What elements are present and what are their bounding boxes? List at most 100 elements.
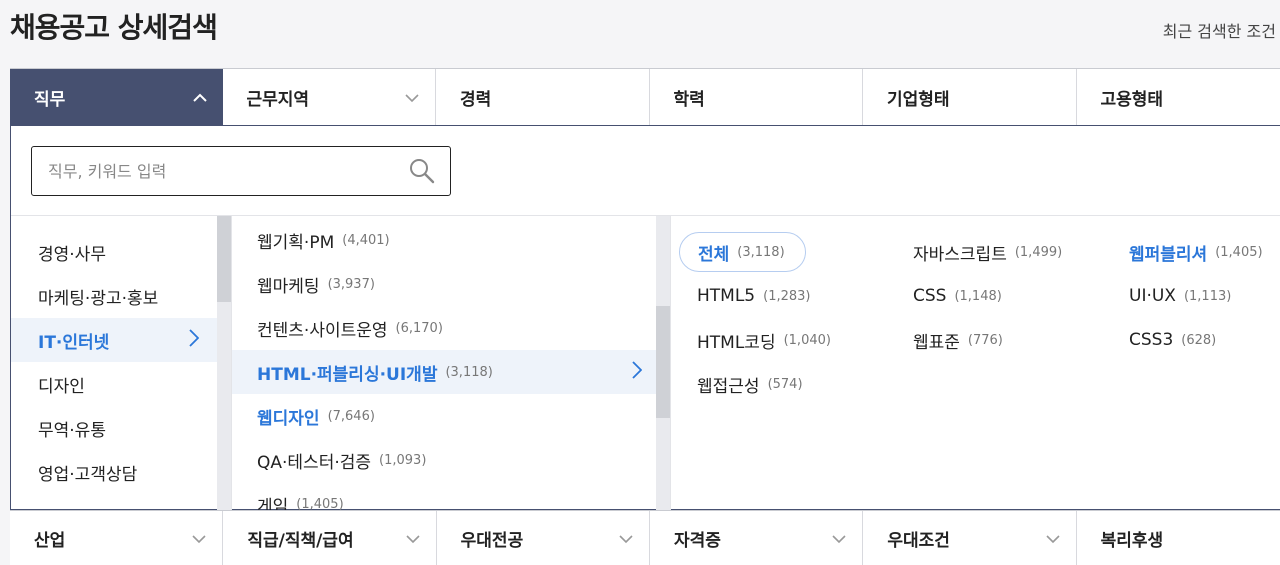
keyword-count: (776) (967, 332, 1003, 348)
keyword-label: 웹퍼블리셔 (1129, 244, 1208, 265)
keyword-count: (574) (767, 376, 803, 392)
subcategory-label: 웹디자인 (257, 408, 320, 429)
keyword-label: HTML코딩 (697, 332, 776, 353)
recent-search-link[interactable]: 최근 검색한 조건 (1163, 18, 1276, 42)
chevron-right-icon (632, 360, 643, 384)
keyword-count: (1,283) (763, 288, 811, 304)
category-label: IT·인터넷 (38, 332, 110, 353)
keyword-item[interactable]: 웹표준 (776) (887, 318, 1103, 362)
tab-employment-type[interactable]: 고용형태 (1077, 69, 1280, 126)
category-label: 무역·유통 (38, 420, 106, 441)
category-item[interactable]: 영업·고객상담 (11, 450, 217, 494)
keyword-count: (1,040) (783, 332, 831, 348)
keyword-label: 전체 (698, 244, 730, 265)
keyword-list: 전체 (3,118) 자바스크립트 (1,499) 웹퍼블리셔 (1,405) HTM… (670, 216, 1280, 510)
tab-label: 기업형태 (887, 90, 950, 110)
tab-rank-salary[interactable]: 직급/직책/급여 (223, 511, 437, 565)
category-label: 경영·사무 (38, 244, 106, 265)
tab-education[interactable]: 학력 (650, 69, 863, 126)
tab-label: 근무지역 (246, 90, 310, 110)
scrollbar-thumb[interactable] (217, 216, 231, 302)
category-item[interactable]: 무역·유통 (11, 406, 217, 450)
tab-label: 우대조건 (887, 531, 950, 551)
chevron-down-icon (405, 92, 419, 104)
subcategory-item-html-publishing[interactable]: HTML·퍼블리싱·UI개발 (3,118) (232, 350, 656, 394)
keyword-item[interactable]: CSS (1,148) (887, 274, 1103, 318)
subcategory-item[interactable]: 게임 (1,405) (232, 482, 656, 511)
subcategory-item[interactable]: 컨텐츠·사이트운영 (6,170) (232, 306, 656, 350)
scrollbar-thumb[interactable] (656, 306, 670, 418)
tab-career[interactable]: 경력 (436, 69, 650, 126)
keyword-all-chip[interactable]: 전체 (3,118) (671, 230, 887, 274)
category-list: 경영·사무 마케팅·광고·홍보 IT·인터넷 디자인 무역·유통 영업·고객상담 (11, 216, 217, 510)
tab-label: 경력 (460, 90, 492, 110)
tab-preferred-major[interactable]: 우대전공 (437, 511, 650, 565)
tab-job[interactable]: 직무 (10, 69, 223, 126)
keyword-item[interactable]: 자바스크립트 (1,499) (887, 230, 1103, 274)
subcategory-count: (3,937) (327, 276, 375, 292)
subcategory-label: HTML·퍼블리싱·UI개발 (257, 364, 438, 385)
category-item-it-internet[interactable]: IT·인터넷 (11, 318, 217, 362)
subcategory-item[interactable]: 웹디자인 (7,646) (232, 394, 656, 438)
subcategory-count: (1,405) (296, 496, 344, 511)
keyword-label: CSS3 (1129, 330, 1174, 350)
keyword-item[interactable]: 웹퍼블리셔 (1,405) (1103, 230, 1280, 274)
tab-preferred-conditions[interactable]: 우대조건 (863, 511, 1077, 565)
subcategory-count: (6,170) (395, 320, 443, 336)
subcategory-list: 웹기획·PM (4,401) 웹마케팅 (3,937) 컨텐츠·사이트운영 (6,17… (231, 216, 656, 510)
keyword-count: (3,118) (737, 244, 785, 260)
tab-company-type[interactable]: 기업형태 (863, 69, 1077, 126)
tab-label: 우대전공 (460, 531, 524, 551)
tab-label: 직급/직책/급여 (247, 531, 354, 551)
subcategory-label: 웹기획·PM (257, 232, 335, 253)
category-label: 디자인 (38, 376, 85, 397)
subcategory-label: 컨텐츠·사이트운영 (257, 320, 388, 341)
tab-benefits[interactable]: 복리후생 (1077, 511, 1280, 565)
keyword-item[interactable]: CSS3 (628) (1103, 318, 1280, 362)
subcategory-count: (4,401) (342, 232, 390, 248)
tab-certificate[interactable]: 자격증 (650, 511, 864, 565)
subcategory-label: 웹마케팅 (257, 276, 320, 297)
keyword-label: 자바스크립트 (913, 244, 1007, 265)
keyword-item[interactable]: HTML코딩 (1,040) (671, 318, 887, 362)
subcategory-label: QA·테스터·검증 (257, 452, 372, 473)
keyword-count: (1,499) (1014, 244, 1063, 260)
chevron-down-icon (406, 533, 420, 545)
category-item[interactable]: 경영·사무 (11, 230, 217, 274)
filter-tabs-bottom: 산업 직급/직책/급여 우대전공 자격증 우대조건 복리후생 (10, 510, 1280, 565)
tab-work-region[interactable]: 근무지역 (223, 69, 436, 126)
category-item[interactable]: 디자인 (11, 362, 217, 406)
keyword-label: 웹표준 (913, 332, 960, 353)
chevron-down-icon (1046, 533, 1060, 545)
subcategory-count: (1,093) (379, 452, 427, 468)
tab-label: 자격증 (673, 531, 721, 551)
search-icon[interactable] (408, 157, 436, 185)
job-search-input[interactable] (48, 161, 408, 181)
keyword-count: (1,148) (954, 288, 1002, 304)
job-filter-panel: 경영·사무 마케팅·광고·홍보 IT·인터넷 디자인 무역·유통 영업·고객상담… (10, 125, 1280, 510)
page-title: 채용공고 상세검색 (10, 11, 218, 44)
category-label: 마케팅·광고·홍보 (38, 288, 159, 309)
subcategory-label: 게임 (257, 496, 289, 511)
category-scrollbar[interactable] (217, 216, 231, 510)
category-label: 영업·고객상담 (38, 464, 138, 485)
keyword-count: (628) (1181, 332, 1217, 348)
category-item[interactable]: 마케팅·광고·홍보 (11, 274, 217, 318)
keyword-item[interactable]: 웹접근성 (574) (671, 362, 887, 406)
chevron-down-icon (832, 533, 846, 545)
chevron-down-icon (619, 533, 633, 545)
keyword-item[interactable]: UI·UX (1,113) (1103, 274, 1280, 318)
tab-label: 직무 (34, 90, 66, 110)
chevron-right-icon (189, 328, 200, 352)
subcategory-scrollbar[interactable] (656, 216, 670, 510)
tab-label: 고용형태 (1100, 90, 1164, 110)
keyword-item[interactable]: HTML5 (1,283) (671, 274, 887, 318)
tab-industry[interactable]: 산업 (10, 511, 224, 565)
keyword-label: 웹접근성 (697, 376, 760, 397)
subcategory-item[interactable]: 웹마케팅 (3,937) (232, 262, 656, 306)
keyword-count: (1,405) (1215, 244, 1263, 260)
subcategory-item[interactable]: QA·테스터·검증 (1,093) (232, 438, 656, 482)
subcategory-item[interactable]: 웹기획·PM (4,401) (232, 218, 656, 262)
keyword-label: HTML5 (697, 286, 756, 306)
filter-tabs-top: 직무 근무지역 경력 학력 기업형태 고용형태 (10, 68, 1280, 126)
